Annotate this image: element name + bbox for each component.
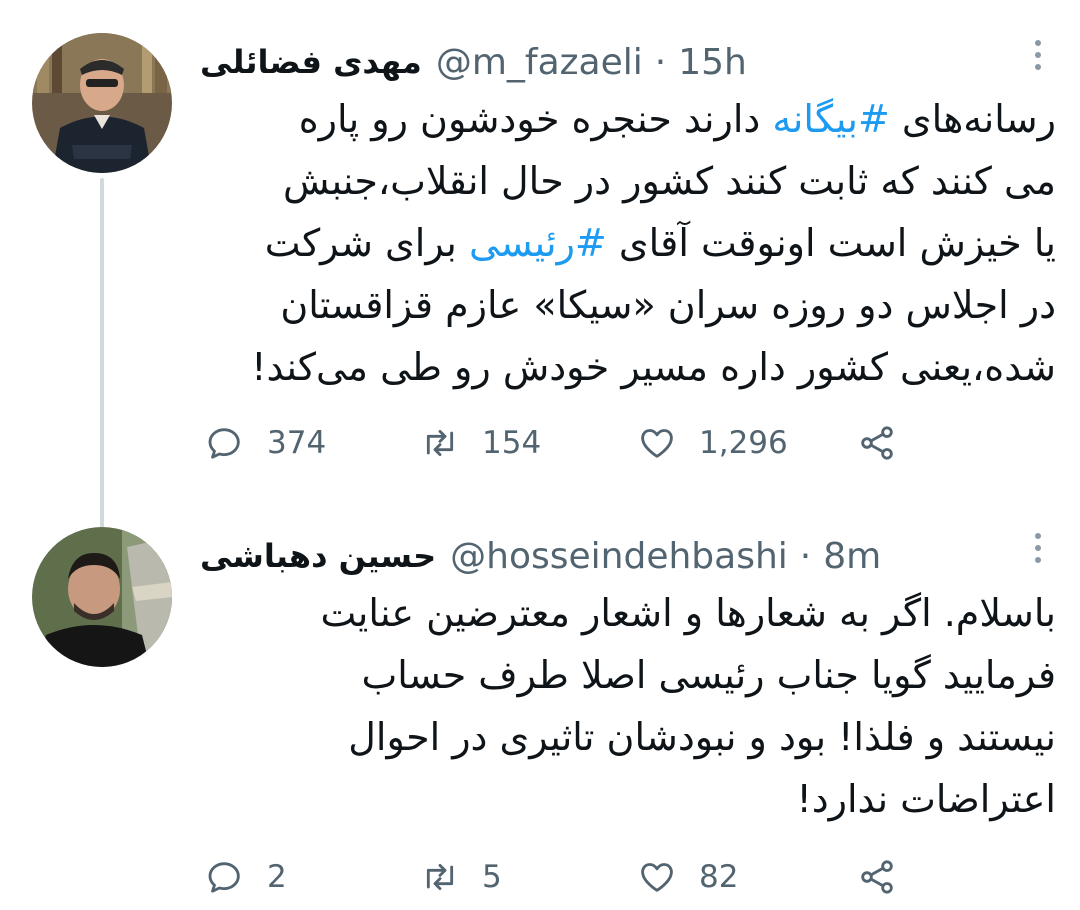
tweet-line: می کنند که ثابت کنند کشور در حال انقلاب،… — [283, 159, 1056, 203]
timestamp[interactable]: 15h — [678, 42, 747, 83]
retweet-button[interactable]: 154 — [420, 418, 541, 468]
separator: · — [654, 41, 667, 83]
share-icon — [861, 860, 893, 894]
hashtag-link[interactable]: #رئیسی — [469, 221, 607, 265]
tweet-header: حسین دهباشی @hosseindehbashi · 8m — [200, 531, 1008, 581]
tweet-line: فرمایید گویا جناب رئیسی اصلا طرف حساب — [361, 653, 1056, 697]
retweet-icon — [426, 429, 454, 457]
like-button[interactable]: 82 — [637, 852, 738, 902]
tweet-line: یا خیزش است اونوقت آقای #رئیسی برای شرکت — [264, 221, 1056, 265]
tweet-text: رسانه‌های #بیگانه دارند حنجره خودشون رو … — [205, 88, 1056, 398]
separator: · — [799, 535, 812, 577]
tweet-text: باسلام. اگر به شعارها و اشعار معترضین عن… — [205, 582, 1056, 830]
tweet-line: رسانه‌های #بیگانه دارند حنجره خودشون رو … — [298, 97, 1056, 141]
avatar-image-1 — [32, 33, 172, 173]
retweet-count: 154 — [482, 425, 542, 461]
share-button[interactable] — [857, 852, 897, 902]
tweet-line: باسلام. اگر به شعارها و اشعار معترضین عن… — [320, 591, 1056, 635]
more-icon[interactable] — [1034, 533, 1042, 563]
reply-count: 2 — [267, 859, 287, 895]
like-icon — [641, 863, 673, 892]
like-icon — [641, 429, 673, 458]
tweet-line: شده،یعنی کشور داره مسیر خودش رو طی می‌کن… — [251, 345, 1056, 389]
hashtag-link[interactable]: #بیگانه — [772, 97, 889, 141]
display-name[interactable]: حسین دهباشی — [200, 537, 436, 575]
share-icon — [861, 426, 893, 460]
reply-icon — [208, 428, 240, 459]
share-button[interactable] — [857, 418, 897, 468]
like-button[interactable]: 1,296 — [637, 418, 788, 468]
like-count: 1,296 — [699, 425, 788, 461]
thread-connector — [100, 178, 104, 528]
user-handle[interactable]: @hosseindehbashi — [450, 536, 788, 577]
tweet-header: مهدی فضائلی @m_fazaeli · 15h — [200, 37, 1008, 87]
avatar[interactable] — [32, 33, 172, 173]
tweet-line: نیستند و فلذا! بود و نبودشان تاثیری در ا… — [348, 715, 1056, 759]
like-count: 82 — [699, 859, 739, 895]
retweet-count: 5 — [482, 859, 502, 895]
retweet-button[interactable]: 5 — [420, 852, 502, 902]
tweet-line: در اجلاس دو روزه سران «سیکا» عازم قزاقست… — [280, 283, 1056, 327]
avatar[interactable] — [32, 527, 172, 667]
timestamp[interactable]: 8m — [823, 536, 881, 577]
reply-count: 374 — [267, 425, 327, 461]
display-name[interactable]: مهدی فضائلی — [200, 43, 422, 81]
reply-button[interactable]: 2 — [205, 852, 287, 902]
user-handle[interactable]: @m_fazaeli — [436, 42, 643, 83]
avatar-image-2 — [32, 527, 172, 667]
reply-button[interactable]: 374 — [205, 418, 326, 468]
more-icon[interactable] — [1034, 40, 1042, 70]
reply-icon — [208, 862, 240, 893]
retweet-icon — [426, 863, 454, 891]
tweet-line: اعتراضات ندارد! — [796, 777, 1056, 821]
